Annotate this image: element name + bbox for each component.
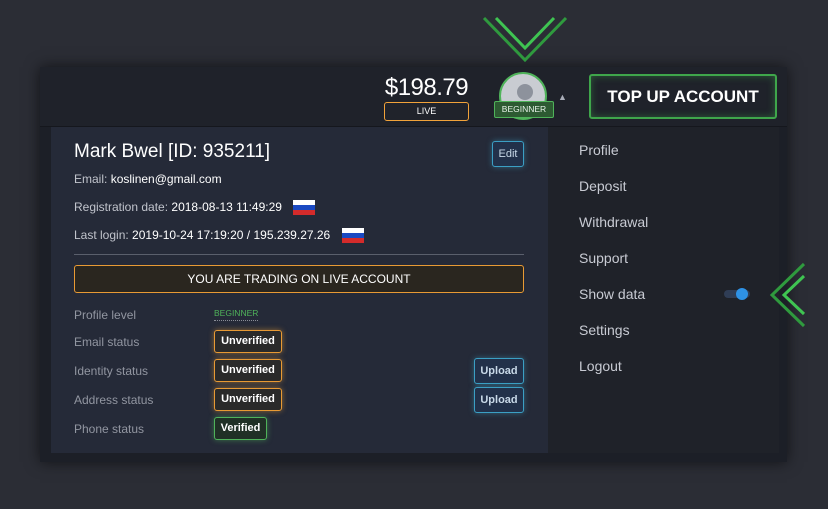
address-status-label: Address status bbox=[74, 393, 154, 407]
divider bbox=[74, 254, 524, 255]
last-login-value: 2019-10-24 17:19:20 / 195.239.27.26 bbox=[132, 228, 331, 242]
profile-level-value: BEGINNER bbox=[214, 308, 259, 321]
profile-level-label: Profile level bbox=[74, 308, 137, 322]
address-status-badge: Unverified bbox=[214, 388, 282, 411]
chevron-down-icon bbox=[482, 16, 568, 63]
balance-amount: $198.79 bbox=[384, 74, 469, 101]
identity-status-label: Identity status bbox=[74, 364, 149, 378]
last-login-label: Last login: bbox=[74, 228, 129, 242]
identity-status-badge: Unverified bbox=[214, 359, 282, 382]
toggle-knob bbox=[736, 288, 748, 300]
phone-status-label: Phone status bbox=[74, 422, 145, 436]
russia-flag-icon bbox=[293, 200, 316, 216]
registration-info: Registration date: 2018-08-13 11:49:29 bbox=[74, 200, 316, 216]
live-account-banner: YOU ARE TRADING ON LIVE ACCOUNT bbox=[74, 265, 524, 293]
show-data-toggle[interactable] bbox=[724, 287, 752, 301]
address-upload-button[interactable]: Upload bbox=[474, 387, 524, 413]
registration-label: Registration date: bbox=[74, 200, 169, 214]
menu-item-deposit[interactable]: Deposit bbox=[579, 178, 626, 194]
menu-item-logout[interactable]: Logout bbox=[579, 358, 622, 374]
email-status-label: Email status bbox=[74, 335, 140, 349]
identity-upload-button[interactable]: Upload bbox=[474, 358, 524, 384]
balance-display: $198.79 LIVE bbox=[384, 74, 469, 121]
account-type-badge[interactable]: LIVE bbox=[384, 102, 469, 121]
menu-item-withdrawal[interactable]: Withdrawal bbox=[579, 214, 648, 230]
email-info: Email: koslinen@gmail.com bbox=[74, 172, 222, 186]
level-badge: BEGINNER bbox=[494, 101, 554, 118]
menu-item-profile[interactable]: Profile bbox=[579, 142, 619, 158]
last-login-info: Last login: 2019-10-24 17:19:20 / 195.23… bbox=[74, 228, 364, 244]
menu-item-settings[interactable]: Settings bbox=[579, 322, 630, 338]
phone-status-badge: Verified bbox=[214, 417, 267, 440]
user-name: Mark Bwel [ID: 935211] bbox=[74, 141, 271, 162]
email-label: Email: bbox=[74, 172, 108, 186]
menu-item-show-data[interactable]: Show data bbox=[579, 286, 645, 302]
email-value: koslinen@gmail.com bbox=[110, 172, 222, 186]
avatar-button[interactable]: BEGINNER bbox=[494, 72, 556, 120]
registration-date: 2018-08-13 11:49:29 bbox=[171, 200, 282, 214]
chevron-left-icon bbox=[769, 262, 806, 328]
edit-button[interactable]: Edit bbox=[492, 141, 524, 167]
caret-up-icon[interactable]: ▲ bbox=[558, 92, 567, 102]
menu-item-support[interactable]: Support bbox=[579, 250, 628, 266]
russia-flag-icon bbox=[341, 228, 364, 244]
email-status-badge: Unverified bbox=[214, 330, 282, 353]
top-up-account-button[interactable]: TOP UP ACCOUNT bbox=[589, 74, 777, 119]
